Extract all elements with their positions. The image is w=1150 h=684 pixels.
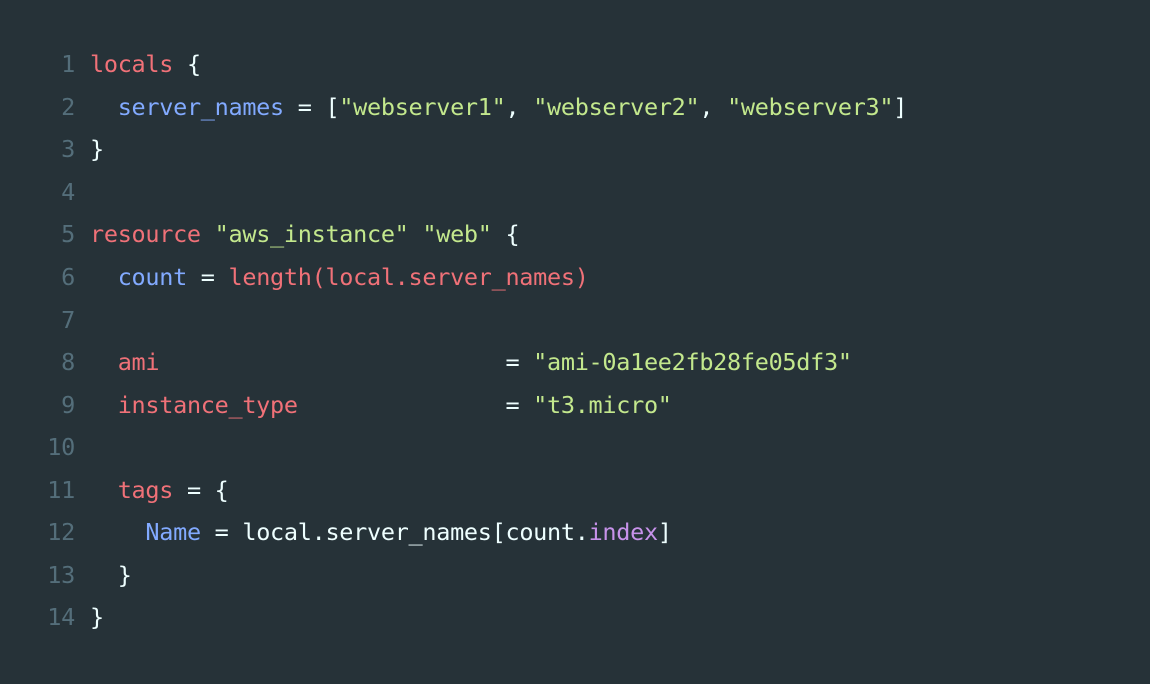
line-number: 12 <box>47 518 75 547</box>
code-text: } <box>90 561 132 589</box>
code-line: 4 <box>0 171 1150 214</box>
function-token: length(local.server_names) <box>228 263 589 291</box>
code-line: 1 locals { <box>0 43 1150 86</box>
code-line: 14 } <box>0 596 1150 639</box>
code-line: 6 count = length(local.server_names) <box>0 256 1150 299</box>
line-number: 7 <box>61 305 75 334</box>
string-token: "webserver2" <box>533 92 700 121</box>
code-text: tags = { <box>117 475 229 504</box>
line-number: 11 <box>47 475 75 504</box>
code-line: 3 } <box>0 128 1150 171</box>
attribute-token: tags <box>117 475 174 504</box>
line-number: 3 <box>61 135 75 164</box>
line-number: 6 <box>61 263 75 291</box>
code-line: 8 ami = "ami-0a1ee2fb28fe05df3" <box>0 341 1150 384</box>
attribute-token: ami <box>117 348 160 377</box>
member-token: index <box>588 518 659 547</box>
line-number: 4 <box>61 177 75 206</box>
code-editor[interactable]: 1 locals { 2 server_names = ["webserver1… <box>0 43 1150 639</box>
keyword-token: resource <box>90 220 201 249</box>
code-line: 9 instance_type = "t3.micro" <box>0 383 1150 426</box>
line-number: 8 <box>61 348 75 377</box>
line-number: 9 <box>61 390 75 419</box>
line-number: 5 <box>61 220 75 249</box>
code-line: 12 Name = local.server_names[count.index… <box>0 511 1150 554</box>
string-token: "t3.micro" <box>533 390 672 419</box>
string-token: "web" <box>422 220 492 249</box>
line-number: 10 <box>47 433 75 462</box>
line-number: 2 <box>61 92 75 121</box>
string-token: "aws_instance" <box>214 220 409 249</box>
brace-token: { <box>505 220 520 249</box>
brace-token: { <box>214 475 229 504</box>
code-text: Name = local.server_names[count.index] <box>145 518 672 547</box>
property-token: count <box>117 263 188 291</box>
line-number: 1 <box>61 50 75 79</box>
brace-token: } <box>90 135 104 164</box>
code-line: 10 <box>0 426 1150 469</box>
code-text: ami = "ami-0a1ee2fb28fe05df3" <box>117 348 852 377</box>
code-text: } <box>90 603 104 631</box>
string-token: "ami-0a1ee2fb28fe05df3" <box>533 348 852 377</box>
code-text: count = length(local.server_names) <box>117 263 589 291</box>
attribute-token: instance_type <box>117 390 298 419</box>
brace-token: } <box>117 560 132 589</box>
line-number: 14 <box>47 603 75 632</box>
brace-token: { <box>186 50 201 79</box>
brace-token: } <box>90 603 104 632</box>
code-line: 11 tags = { <box>0 468 1150 511</box>
line-number: 13 <box>47 560 75 589</box>
expression-token: local.server_names[count. <box>242 518 589 547</box>
property-token: server_names <box>117 92 284 121</box>
string-token: "webserver3" <box>727 92 894 121</box>
code-text: instance_type = "t3.micro" <box>117 390 672 419</box>
code-text: locals { <box>90 50 201 78</box>
code-text: resource "aws_instance" "web" { <box>90 220 520 249</box>
code-line: 5 resource "aws_instance" "web" { <box>0 213 1150 256</box>
string-token: "webserver1" <box>339 92 506 121</box>
code-line: 13 } <box>0 554 1150 597</box>
property-token: Name <box>145 518 201 547</box>
keyword-token: locals <box>90 50 174 79</box>
code-text: } <box>90 135 104 163</box>
code-line: 2 server_names = ["webserver1", "webserv… <box>0 86 1150 129</box>
code-line: 7 <box>0 298 1150 341</box>
code-text: server_names = ["webserver1", "webserver… <box>117 92 908 121</box>
